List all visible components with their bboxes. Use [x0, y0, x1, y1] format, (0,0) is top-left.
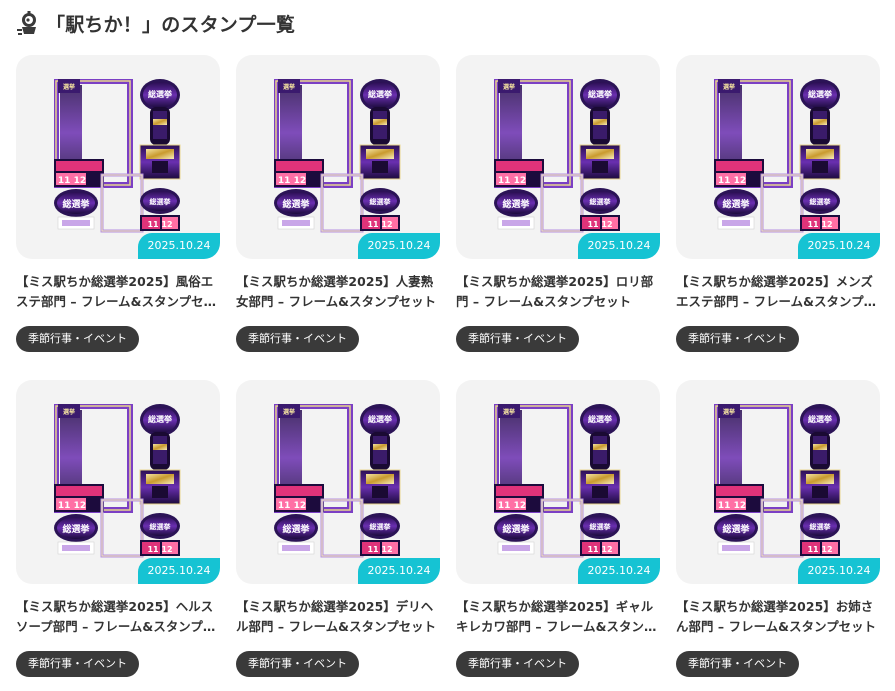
svg-text:選挙: 選挙 — [63, 83, 75, 91]
date-badge: 2025.10.24 — [358, 558, 440, 584]
stamp-logo-text: 総選挙 — [282, 523, 310, 535]
stamp-card-1[interactable]: 選挙 総選挙 11 12 総選挙 総選挙 11 12 2025.10.24 【ミ… — [16, 55, 220, 352]
stamp-date-text: 11 12 — [718, 501, 746, 511]
svg-text:選挙: 選挙 — [723, 408, 735, 416]
stamp-date-text: 11 12 — [367, 545, 392, 554]
stamp-thumbnail[interactable]: 選挙 総選挙 11 12 総選挙 総選挙 11 12 2025.10.24 — [236, 380, 440, 584]
page-title: 「駅ちか！」のスタンプ一覧 — [46, 13, 296, 36]
stamp-date-text: 11 12 — [278, 176, 306, 186]
stamp-logo-text: 総選挙 — [370, 522, 391, 531]
stamp-card-4[interactable]: 選挙 総選挙 11 12 総選挙 総選挙 11 12 2025.10.24 【ミ… — [676, 55, 880, 352]
stamp-logo-text: 総選挙 — [502, 198, 530, 210]
stamp-card-2[interactable]: 選挙 総選挙 11 12 総選挙 総選挙 11 12 2025.10.24 【ミ… — [236, 55, 440, 352]
stamp-card-title[interactable]: 【ミス駅ちか総選挙2025】ヘルスソープ部門 – フレーム&スタンプ… — [16, 597, 220, 637]
page-header: 「駅ちか！」のスタンプ一覧 — [14, 8, 295, 38]
svg-text:選挙: 選挙 — [283, 408, 295, 416]
stamp-thumbnail[interactable]: 選挙 総選挙 11 12 総選挙 総選挙 11 12 2025.10.24 — [676, 380, 880, 584]
stamp-logo-text: 総選挙 — [722, 198, 750, 210]
stamp-card-title[interactable]: 【ミス駅ちか総選挙2025】お姉さん部門 – フレーム&スタンプセット — [676, 597, 880, 637]
stamp-logo-text: 総選挙 — [150, 197, 171, 206]
stamp-logo-text: 総選挙 — [810, 522, 831, 531]
stamp-date-text: 11 12 — [147, 545, 172, 554]
stamp-card-6[interactable]: 選挙 総選挙 11 12 総選挙 総選挙 11 12 2025.10.24 【ミ… — [236, 380, 440, 677]
stamp-logo-text: 総選挙 — [808, 89, 832, 99]
category-tag[interactable]: 季節行事・イベント — [456, 326, 579, 352]
stamp-date-text: 11 12 — [807, 545, 832, 554]
stamp-date-text: 11 12 — [807, 220, 832, 229]
svg-text:選挙: 選挙 — [503, 83, 515, 91]
stamp-logo-text: 総選挙 — [808, 414, 832, 424]
category-tag[interactable]: 季節行事・イベント — [16, 326, 139, 352]
svg-text:選挙: 選挙 — [63, 408, 75, 416]
stamp-logo-text: 総選挙 — [368, 414, 392, 424]
stamp-date-text: 11 12 — [587, 545, 612, 554]
stamp-thumbnail[interactable]: 選挙 総選挙 11 12 総選挙 総選挙 11 12 2025.10.24 — [16, 380, 220, 584]
stamp-logo-text: 総選挙 — [282, 198, 310, 210]
stamp-card-title[interactable]: 【ミス駅ちか総選挙2025】人妻熟女部門 – フレーム&スタンプセット — [236, 272, 440, 312]
svg-text:選挙: 選挙 — [723, 83, 735, 91]
mascot-icon — [17, 11, 36, 35]
date-badge: 2025.10.24 — [798, 233, 880, 259]
stamp-set-preview-image: 選挙 総選挙 11 12 総選挙 総選挙 11 12 — [494, 79, 621, 233]
stamp-thumbnail[interactable]: 選挙 総選挙 11 12 総選挙 総選挙 11 12 2025.10.24 — [456, 380, 660, 584]
stamp-date-text: 11 12 — [147, 220, 172, 229]
stamp-card-8[interactable]: 選挙 総選挙 11 12 総選挙 総選挙 11 12 2025.10.24 【ミ… — [676, 380, 880, 677]
stamp-date-text: 11 12 — [278, 501, 306, 511]
stamp-logo-text: 総選挙 — [502, 523, 530, 535]
stamp-set-preview-image: 選挙 総選挙 11 12 総選挙 総選挙 11 12 — [494, 404, 621, 558]
date-badge: 2025.10.24 — [138, 233, 220, 259]
category-tag[interactable]: 季節行事・イベント — [676, 326, 799, 352]
stamp-card-5[interactable]: 選挙 総選挙 11 12 総選挙 総選挙 11 12 2025.10.24 【ミ… — [16, 380, 220, 677]
stamp-logo-text: 総選挙 — [148, 89, 172, 99]
stamp-date-text: 11 12 — [367, 220, 392, 229]
stamp-card-title[interactable]: 【ミス駅ちか総選挙2025】風俗エステ部門 – フレーム&スタンプセ… — [16, 272, 220, 312]
stamp-thumbnail[interactable]: 選挙 総選挙 11 12 総選挙 総選挙 11 12 2025.10.24 — [16, 55, 220, 259]
stamp-set-preview-image: 選挙 総選挙 11 12 総選挙 総選挙 11 12 — [274, 79, 401, 233]
stamp-card-title[interactable]: 【ミス駅ちか総選挙2025】ロリ部門 – フレーム&スタンプセット — [456, 272, 660, 312]
svg-text:選挙: 選挙 — [503, 408, 515, 416]
stamp-logo-text: 総選挙 — [370, 197, 391, 206]
stamp-logo-text: 総選挙 — [722, 523, 750, 535]
stamp-set-preview-image: 選挙 総選挙 11 12 総選挙 総選挙 11 12 — [54, 79, 181, 233]
date-badge: 2025.10.24 — [138, 558, 220, 584]
stamp-set-preview-image: 選挙 総選挙 11 12 総選挙 総選挙 11 12 — [714, 79, 841, 233]
stamp-set-preview-image: 選挙 総選挙 11 12 総選挙 総選挙 11 12 — [54, 404, 181, 558]
stamp-card-3[interactable]: 選挙 総選挙 11 12 総選挙 総選挙 11 12 2025.10.24 【ミ… — [456, 55, 660, 352]
stamp-thumbnail[interactable]: 選挙 総選挙 11 12 総選挙 総選挙 11 12 2025.10.24 — [676, 55, 880, 259]
stamp-logo-text: 総選挙 — [62, 198, 90, 210]
date-badge: 2025.10.24 — [578, 558, 660, 584]
date-badge: 2025.10.24 — [798, 558, 880, 584]
stamp-thumbnail[interactable]: 選挙 総選挙 11 12 総選挙 総選挙 11 12 2025.10.24 — [456, 55, 660, 259]
stamp-logo-text: 総選挙 — [148, 414, 172, 424]
category-tag[interactable]: 季節行事・イベント — [16, 651, 139, 677]
date-badge: 2025.10.24 — [578, 233, 660, 259]
stamp-thumbnail[interactable]: 選挙 総選挙 11 12 総選挙 総選挙 11 12 2025.10.24 — [236, 55, 440, 259]
category-tag[interactable]: 季節行事・イベント — [236, 326, 359, 352]
stamp-logo-text: 総選挙 — [590, 522, 611, 531]
stamp-date-text: 11 12 — [587, 220, 612, 229]
date-badge: 2025.10.24 — [358, 233, 440, 259]
stamp-logo-text: 総選挙 — [368, 89, 392, 99]
stamp-set-preview-image: 選挙 総選挙 11 12 総選挙 総選挙 11 12 — [714, 404, 841, 558]
stamp-card-title[interactable]: 【ミス駅ちか総選挙2025】メンズエステ部門 – フレーム&スタンプ… — [676, 272, 880, 312]
category-tag[interactable]: 季節行事・イベント — [236, 651, 359, 677]
stamp-card-title[interactable]: 【ミス駅ちか総選挙2025】デリヘル部門 – フレーム&スタンプセット — [236, 597, 440, 637]
stamp-logo-text: 総選挙 — [150, 522, 171, 531]
stamp-card-7[interactable]: 選挙 総選挙 11 12 総選挙 総選挙 11 12 2025.10.24 【ミ… — [456, 380, 660, 677]
stamp-date-text: 11 12 — [498, 176, 526, 186]
svg-text:選挙: 選挙 — [283, 83, 295, 91]
stamp-date-text: 11 12 — [498, 501, 526, 511]
stamp-logo-text: 総選挙 — [588, 89, 612, 99]
stamp-date-text: 11 12 — [58, 501, 86, 511]
stamp-set-preview-image: 選挙 総選挙 11 12 総選挙 総選挙 11 12 — [274, 404, 401, 558]
stamp-logo-text: 総選挙 — [588, 414, 612, 424]
stamp-logo-text: 総選挙 — [62, 523, 90, 535]
category-tag[interactable]: 季節行事・イベント — [456, 651, 579, 677]
stamp-date-text: 11 12 — [718, 176, 746, 186]
stamp-date-text: 11 12 — [58, 176, 86, 186]
category-tag[interactable]: 季節行事・イベント — [676, 651, 799, 677]
stamp-card-title[interactable]: 【ミス駅ちか総選挙2025】ギャルキレカワ部門 – フレーム&スタン… — [456, 597, 660, 637]
stamp-logo-text: 総選挙 — [590, 197, 611, 206]
stamp-logo-text: 総選挙 — [810, 197, 831, 206]
